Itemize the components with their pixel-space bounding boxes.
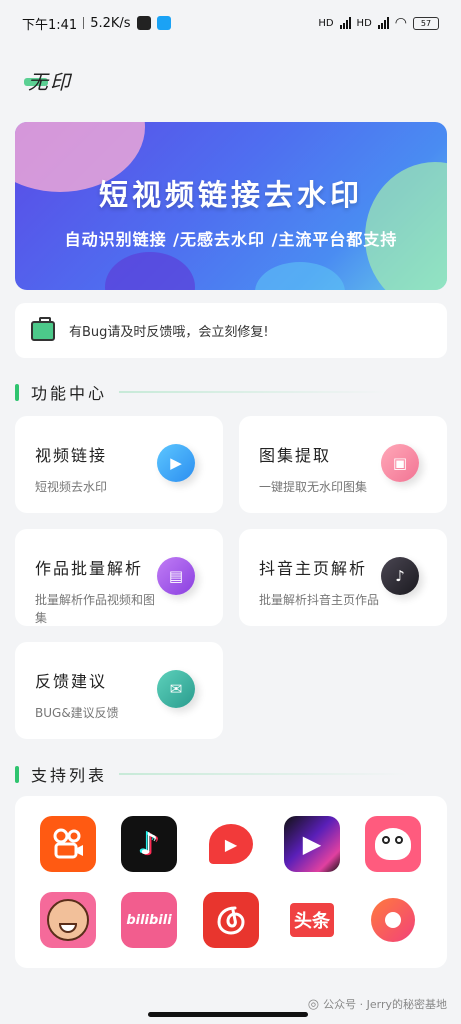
signal-icon-1	[339, 17, 351, 29]
card-subtitle: 一键提取无水印图集	[259, 480, 368, 494]
hd-label-2: HD	[356, 17, 372, 29]
chat-icon: ✉	[157, 670, 195, 708]
kuaishou-icon[interactable]	[40, 816, 96, 872]
hd-label-1: HD	[318, 17, 334, 29]
eye-left	[382, 836, 390, 844]
notification-app-icon	[136, 16, 151, 30]
pipixia-icon[interactable]	[365, 816, 421, 872]
eye-right	[395, 836, 403, 844]
section-divider	[119, 391, 390, 393]
home-indicator[interactable]	[148, 1012, 308, 1017]
section-accent-bar	[15, 765, 19, 783]
notice-text: 有Bug请及时反馈哦，会立刻修复!	[69, 325, 269, 340]
status-time: 下午1:41	[22, 17, 78, 33]
douyin-glyph: ♪	[139, 826, 159, 862]
banner-blob-bottom-right	[255, 262, 345, 290]
network-speed: 5.2K/s	[90, 15, 131, 31]
xigua-icon[interactable]: ▶	[203, 816, 259, 872]
toutiao-icon[interactable]: 头条	[284, 892, 340, 948]
zuiyou-icon[interactable]	[40, 892, 96, 948]
haokan-glyph	[371, 898, 415, 942]
card-feedback[interactable]: 反馈建议 BUG&建议反馈 ✉	[15, 642, 223, 739]
status-bar: 下午1:41 5.2K/s HD HD ◠ 57	[0, 0, 461, 46]
banner-title: 短视频链接去水印	[98, 178, 363, 212]
card-subtitle: 短视频去水印	[35, 480, 108, 494]
signal-icon-2	[377, 17, 389, 29]
wifi-icon: ◠	[394, 15, 407, 31]
support-section-header: 支持列表	[15, 762, 447, 786]
banner-subtitle: 自动识别链接 /无感去水印 /主流平台都支持	[64, 230, 398, 249]
haokan-inner-icon	[385, 912, 401, 928]
bilibili-icon[interactable]: bilibili	[121, 892, 177, 948]
section-accent-bar	[15, 383, 19, 401]
pipixia-glyph	[375, 828, 411, 860]
toutiao-glyph: 头条	[290, 903, 334, 937]
app-title-text: 无印	[28, 70, 72, 94]
douyin-icon[interactable]: ♪	[121, 816, 177, 872]
promo-banner[interactable]: 短视频链接去水印 自动识别链接 /无感去水印 /主流平台都支持	[15, 122, 447, 290]
briefcase-icon	[31, 316, 55, 341]
weishi-icon[interactable]: ▶	[284, 816, 340, 872]
card-image-extract[interactable]: 图集提取 一键提取无水印图集 ▣	[239, 416, 447, 513]
card-subtitle: BUG&建议反馈	[35, 706, 119, 720]
face-mouth	[59, 923, 77, 933]
netease-music-icon[interactable]	[203, 892, 259, 948]
zuiyou-glyph	[47, 899, 89, 941]
notice-bar[interactable]: 有Bug请及时反馈哦，会立刻修复!	[15, 303, 447, 358]
card-subtitle: 批量解析作品视频和图集	[35, 593, 156, 625]
section-divider	[119, 773, 410, 775]
feature-section-header: 功能中心	[15, 380, 447, 404]
play-icon: ▶	[157, 444, 195, 482]
feature-section-title: 功能中心	[31, 384, 108, 403]
netease-glyph	[217, 906, 245, 935]
haokan-icon[interactable]	[365, 892, 421, 948]
kuaishou-glyph	[53, 828, 83, 859]
banner-blob-bottom-left	[105, 252, 195, 290]
weishi-glyph: ▶	[302, 830, 322, 858]
bilibili-glyph: bilibili	[126, 912, 172, 928]
app-title: 无印	[24, 66, 72, 95]
status-divider	[83, 17, 85, 29]
battery-level: 57	[420, 18, 432, 28]
card-video-link[interactable]: 视频链接 短视频去水印 ▶	[15, 416, 223, 513]
wechat-watermark: ◎ 公众号 · Jerry的秘密基地	[308, 996, 447, 1012]
wechat-icon: ◎	[307, 996, 320, 1012]
watermark-text: 公众号 · Jerry的秘密基地	[323, 998, 447, 1011]
battery-icon: 57	[413, 16, 439, 30]
notification-upload-icon	[156, 16, 171, 30]
xigua-play-glyph: ▶	[224, 834, 238, 854]
card-batch-parse[interactable]: 作品批量解析 批量解析作品视频和图集 ▤	[15, 529, 223, 626]
support-section-title: 支持列表	[31, 766, 108, 785]
card-subtitle: 批量解析抖音主页作品	[259, 593, 380, 607]
support-platform-list: ♪ ▶ ▶ bilibili 头条	[15, 796, 447, 968]
xigua-glyph: ▶	[209, 824, 253, 864]
tiktok-icon: ♪	[381, 557, 419, 595]
image-icon: ▣	[381, 444, 419, 482]
card-douyin-home[interactable]: 抖音主页解析 批量解析抖音主页作品 ♪	[239, 529, 447, 626]
film-icon: ▤	[157, 557, 195, 595]
